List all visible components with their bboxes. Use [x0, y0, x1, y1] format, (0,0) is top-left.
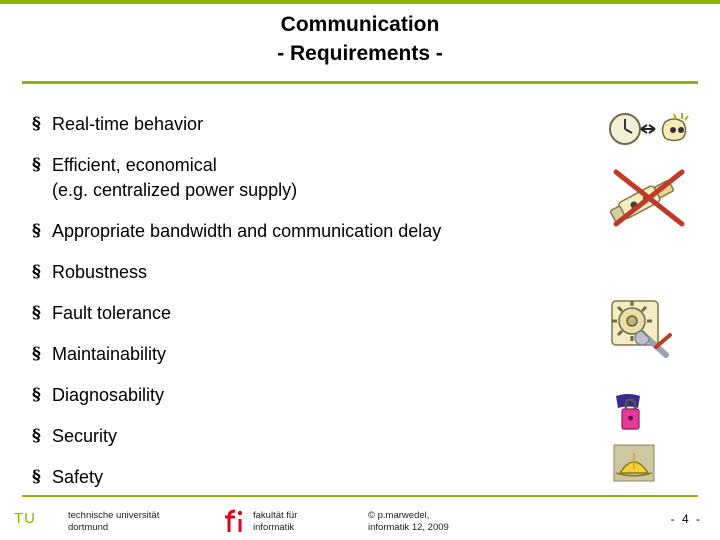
list-item-label: Safety: [52, 467, 104, 487]
bullet-marker-icon: §: [32, 114, 41, 134]
list-item: § Diagnosability: [32, 383, 632, 408]
copyright-line1: © p.marwedel,: [368, 510, 430, 521]
list-item-label: Fault tolerance: [52, 303, 172, 323]
list-item: § Real-time behavior: [32, 112, 632, 137]
bullet-list: § Real-time behavior § Efficient, econom…: [32, 112, 632, 506]
university-name: technische universität dortmund: [68, 510, 159, 534]
list-item-subtext: (e.g. centralized power supply): [52, 180, 298, 200]
faculty-name-line2: informatik: [253, 522, 295, 533]
list-item: § Maintainability: [32, 342, 632, 367]
university-name-line2: dortmund: [68, 522, 109, 533]
copyright-note: © p.marwedel, informatik 12, 2009: [368, 510, 449, 534]
page-title: Communication - Requirements -: [0, 10, 720, 68]
copyright-line2: informatik 12, 2009: [368, 522, 449, 533]
safety-helmet-icon: [612, 443, 656, 483]
page-title-line1: Communication: [280, 13, 440, 36]
power-plug-crossed-icon: [604, 162, 694, 232]
bullet-marker-icon: §: [32, 221, 41, 241]
bullet-marker-icon: §: [32, 262, 41, 282]
bullet-marker-icon: §: [32, 467, 41, 487]
bullet-marker-icon: §: [32, 426, 41, 446]
bullet-marker-icon: §: [32, 344, 41, 364]
title-divider-rule: [22, 81, 698, 84]
list-item-main: Efficient, economical: [52, 155, 217, 175]
footer: TU technische universität dortmund fakul…: [0, 500, 720, 540]
list-item-label: Appropriate bandwidth and communication …: [52, 221, 442, 241]
university-name-line1: technische universität: [68, 510, 160, 521]
footer-divider-rule: [22, 495, 698, 497]
padlock-security-icon: [608, 390, 654, 436]
faculty-name-line1: fakultät für: [253, 510, 298, 521]
page-number: - 4 -: [670, 512, 702, 526]
top-accent-rule: [0, 0, 720, 4]
slide: Communication - Requirements - § Real-ti…: [0, 0, 720, 540]
list-item: § Security: [32, 424, 632, 449]
page-title-line2: - Requirements -: [277, 42, 443, 65]
faculty-name: fakultät für informatik: [253, 510, 297, 534]
fi-logo-icon: [225, 509, 243, 532]
list-item-label: Efficient, economical (e.g. centralized …: [52, 153, 297, 203]
bullet-marker-icon: §: [32, 155, 41, 175]
list-item: § Robustness: [32, 260, 632, 285]
list-item-label: Maintainability: [52, 344, 167, 364]
bullet-marker-icon: §: [32, 303, 41, 323]
bullet-marker-icon: §: [32, 385, 41, 405]
list-item-label: Robustness: [52, 262, 148, 282]
list-item: § Efficient, economical (e.g. centralize…: [32, 153, 632, 203]
list-item-label: Security: [52, 426, 118, 446]
list-item-label: Diagnosability: [52, 385, 165, 405]
list-item-label: Real-time behavior: [52, 114, 204, 134]
clock-timing-icon: [608, 108, 692, 150]
gears-maintenance-icon: [604, 295, 674, 363]
list-item: § Appropriate bandwidth and communicatio…: [32, 219, 632, 244]
tu-logo: TU: [14, 510, 36, 527]
list-item: § Safety: [32, 465, 632, 490]
list-item: § Fault tolerance: [32, 301, 632, 326]
